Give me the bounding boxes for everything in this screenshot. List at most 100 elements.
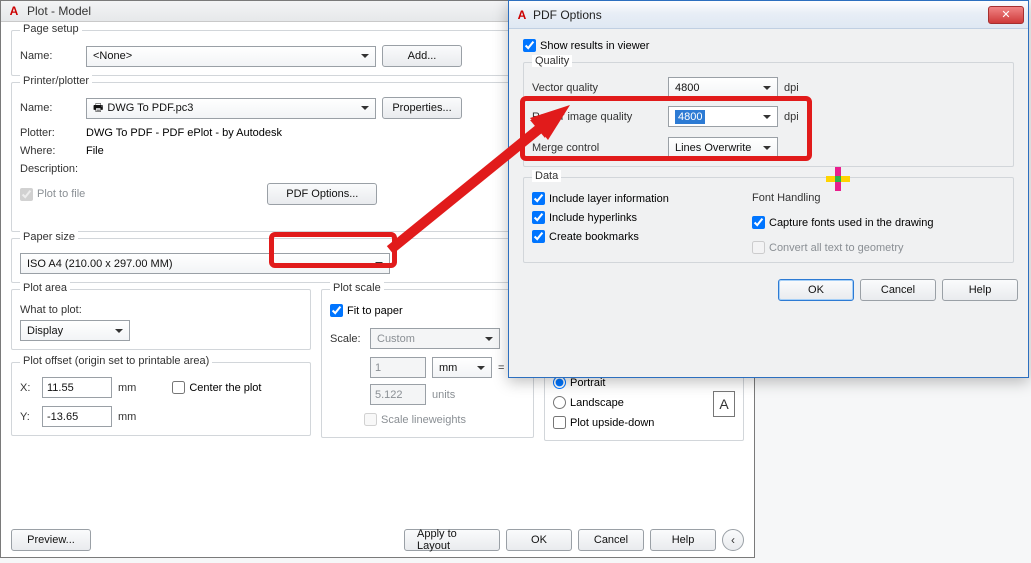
vector-quality-value: 4800 [675,82,699,94]
app-icon: A [515,8,529,22]
apply-layout-button[interactable]: Apply to Layout [404,529,500,551]
offset-x-field[interactable]: 11.55 [42,377,112,398]
legend-page-setup: Page setup [20,23,82,35]
vector-quality-label: Vector quality [532,82,662,94]
offset-x-value: 11.55 [47,382,74,394]
plotter-label: Plotter: [20,127,80,139]
plot-ok-button[interactable]: OK [506,529,572,551]
font-handling-label: Font Handling [752,192,1005,204]
pdf-ok-button[interactable]: OK [778,279,854,301]
expand-button[interactable]: ‹ [722,529,744,551]
group-quality: Quality Vector quality 4800 dpi Raster i… [523,62,1014,167]
fit-to-paper-label: Fit to paper [347,305,403,317]
scale-den-value: 5.122 [375,389,403,401]
plot-help-button[interactable]: Help [650,529,716,551]
pdf-options-button[interactable]: PDF Options... [267,183,377,205]
scale-lineweights-input [364,413,377,426]
plot-upside-input[interactable] [553,416,566,429]
plot-help-label: Help [672,534,695,546]
paper-size-value: ISO A4 (210.00 x 297.00 MM) [27,258,173,270]
create-bookmarks-checkbox[interactable]: Create bookmarks [532,230,742,243]
scale-unit-select[interactable]: mm [432,357,492,378]
convert-text-input [752,241,765,254]
where-label: Where: [20,145,80,157]
pagesetup-name-label: Name: [20,50,80,62]
scale-num-field: 1 [370,357,426,378]
landscape-input[interactable] [553,396,566,409]
merge-control-label: Merge control [532,142,662,154]
create-bookmarks-input[interactable] [532,230,545,243]
pdf-cancel-label: Cancel [881,284,915,296]
pagesetup-name-value: <None> [93,50,132,62]
pagesetup-add-label: Add... [408,50,437,62]
orientation-landscape[interactable]: Landscape [553,396,624,409]
convert-text-label: Convert all text to geometry [769,242,904,254]
fit-to-paper-checkbox[interactable]: Fit to paper [330,304,403,317]
raster-quality-label: Raster image quality [532,111,662,123]
show-results-checkbox[interactable]: Show results in viewer [523,39,1014,52]
close-button[interactable]: ✕ [988,6,1024,24]
group-plot-scale: Plot scale Fit to paper Scale: Custom 1 [321,289,534,438]
raster-quality-value: 4800 [675,110,705,124]
include-hyperlinks-checkbox[interactable]: Include hyperlinks [532,211,742,224]
apply-label: Apply to Layout [417,528,487,552]
raster-quality-select[interactable]: 4800 [668,106,778,127]
portrait-label: Portrait [570,377,605,389]
legend-plot-offset: Plot offset (origin set to printable are… [20,355,212,367]
convert-text-checkbox: Convert all text to geometry [752,241,1005,254]
plot-upside-checkbox[interactable]: Plot upside-down [553,416,654,429]
pagesetup-add-button[interactable]: Add... [382,45,462,67]
offset-y-unit: mm [118,411,136,423]
pdf-help-button[interactable]: Help [942,279,1018,301]
center-plot-label: Center the plot [189,382,261,394]
what-to-plot-select[interactable]: Display [20,320,130,341]
scale-units-label: units [432,389,455,401]
scale-lineweights-checkbox: Scale lineweights [364,413,466,426]
raster-dpi-label: dpi [784,111,799,123]
printer-properties-button[interactable]: Properties... [382,97,462,119]
group-plot-area: Plot area What to plot: Display [11,289,311,350]
what-to-plot-value: Display [27,325,63,337]
plot-cancel-button[interactable]: Cancel [578,529,644,551]
scale-lineweights-label: Scale lineweights [381,414,466,426]
printer-properties-label: Properties... [392,102,451,114]
legend-printer: Printer/plotter [20,75,92,87]
plot-to-file-label: Plot to file [37,188,85,200]
include-hyperlinks-input[interactable] [532,211,545,224]
scale-num-value: 1 [375,362,381,374]
pdf-titlebar: A PDF Options ✕ [509,1,1028,29]
scale-select: Custom [370,328,500,349]
printer-name-select[interactable]: 🖶 DWG To PDF.pc3 [86,98,376,119]
vector-quality-select[interactable]: 4800 [668,77,778,98]
legend-plot-scale: Plot scale [330,282,384,294]
pdf-options-label: PDF Options... [286,188,358,200]
pdf-cancel-button[interactable]: Cancel [860,279,936,301]
orientation-preview-icon: A [713,391,735,417]
create-bookmarks-label: Create bookmarks [549,231,639,243]
preview-button[interactable]: Preview... [11,529,91,551]
capture-fonts-label: Capture fonts used in the drawing [769,217,934,229]
center-plot-input[interactable] [172,381,185,394]
show-results-label: Show results in viewer [540,40,649,52]
scale-value: Custom [377,333,415,345]
fit-to-paper-input[interactable] [330,304,343,317]
close-icon: ✕ [1001,8,1010,21]
pdf-ok-label: OK [808,284,824,296]
include-layer-input[interactable] [532,192,545,205]
offset-y-field[interactable]: -13.65 [42,406,112,427]
capture-fonts-checkbox[interactable]: Capture fonts used in the drawing [752,216,1005,229]
vector-dpi-label: dpi [784,82,799,94]
capture-fonts-input[interactable] [752,216,765,229]
merge-control-select[interactable]: Lines Overwrite [668,137,778,158]
center-plot-checkbox[interactable]: Center the plot [172,381,261,394]
paper-size-select[interactable]: ISO A4 (210.00 x 297.00 MM) [20,253,390,274]
preview-label: Preview... [27,534,75,546]
include-layer-checkbox[interactable]: Include layer information [532,192,742,205]
printer-name-value: DWG To PDF.pc3 [107,102,193,114]
group-plot-offset: Plot offset (origin set to printable are… [11,362,311,436]
offset-x-label: X: [20,382,36,394]
pagesetup-name-select[interactable]: <None> [86,46,376,67]
show-results-input[interactable] [523,39,536,52]
scale-eq: = [498,362,504,374]
scale-unit-value: mm [439,362,457,374]
